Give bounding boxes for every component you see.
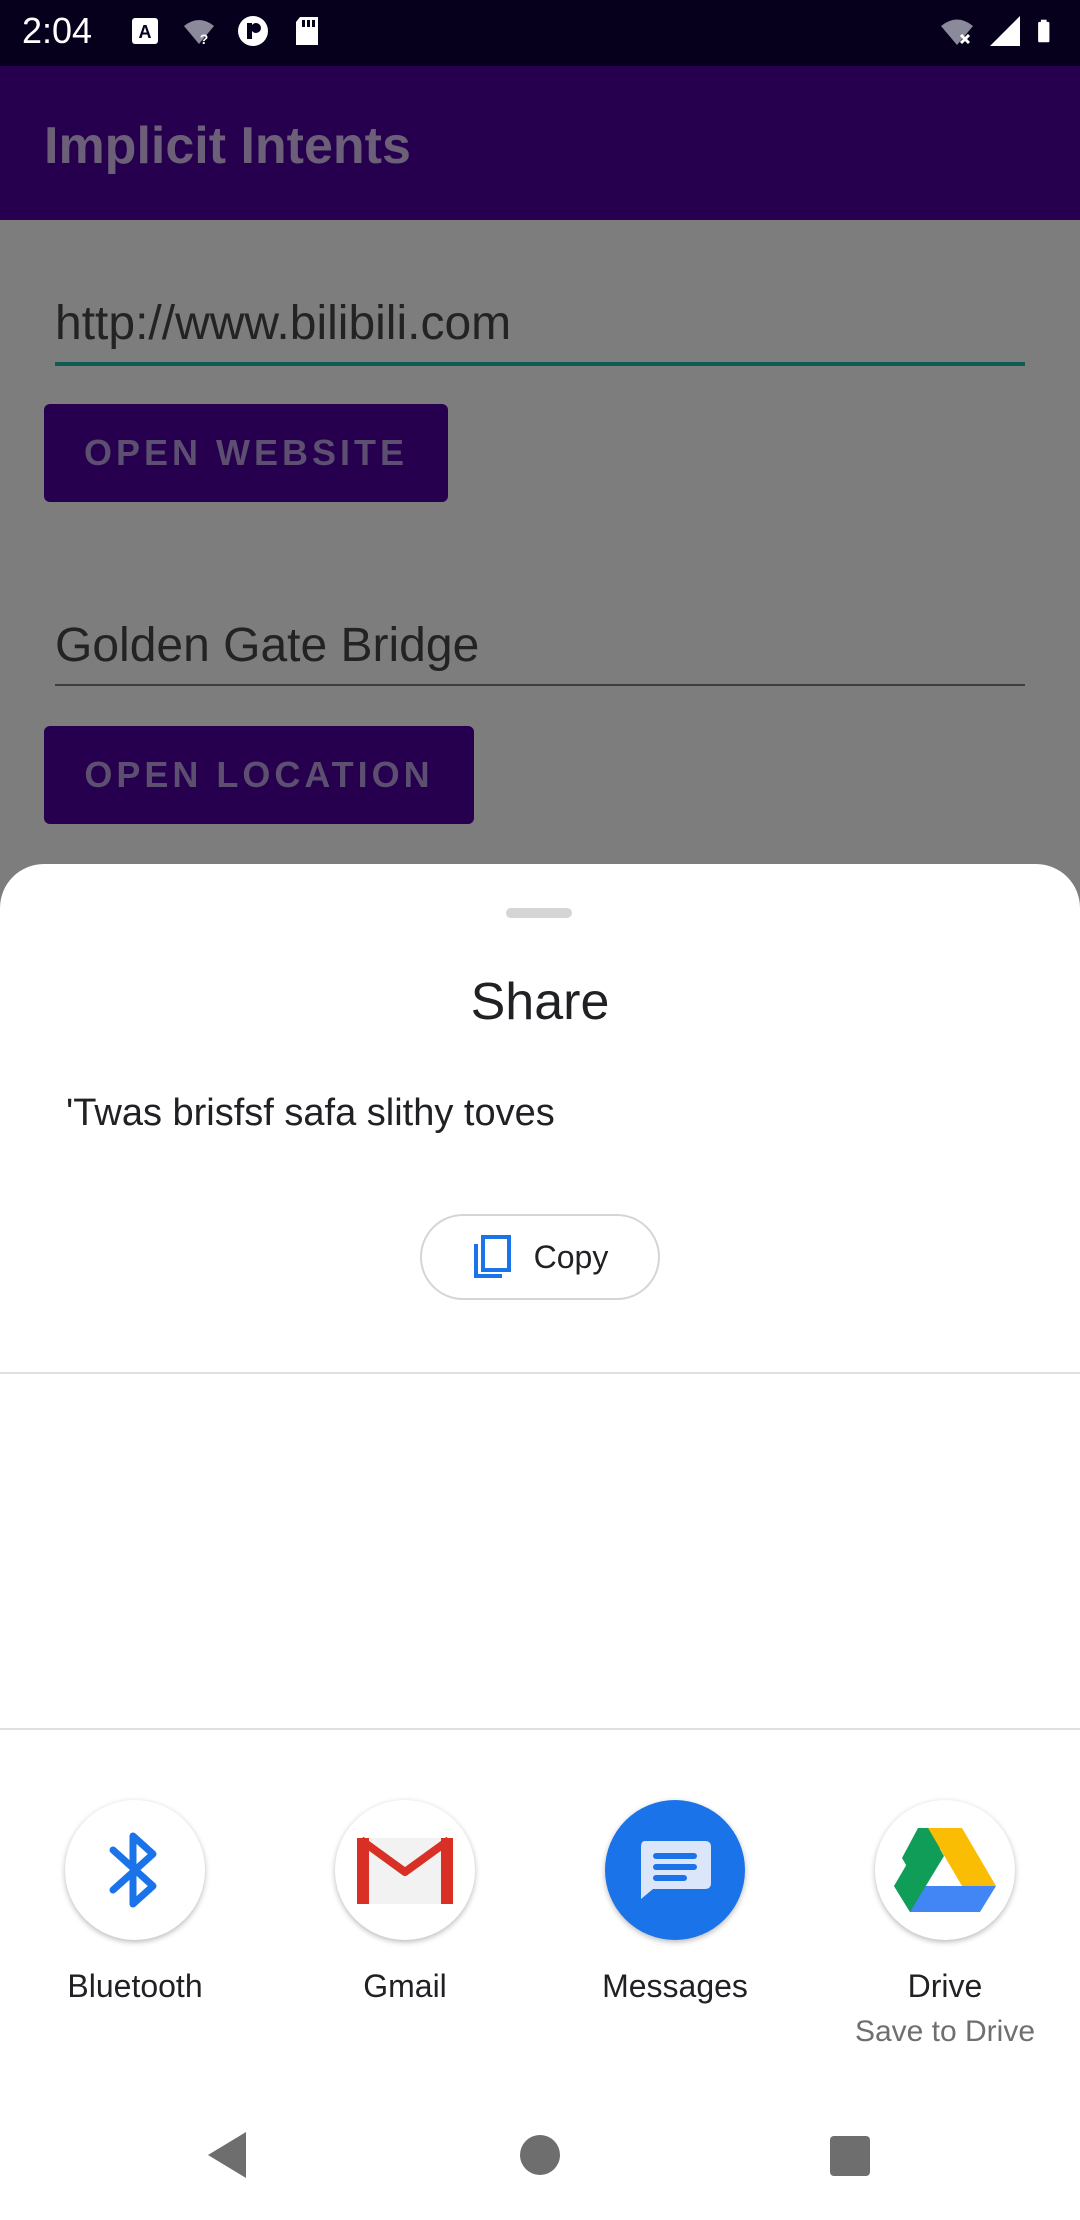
location-field[interactable]: Golden Gate Bridge [55, 618, 1025, 673]
share-title: Share [470, 973, 610, 1031]
location-field-underline [55, 684, 1025, 686]
share-target-drive[interactable]: Drive Save to Drive [810, 1800, 1080, 2049]
back-icon[interactable] [204, 2130, 250, 2180]
svg-text:A: A [139, 22, 152, 42]
wifi-off-icon [941, 19, 973, 45]
svg-text:?: ? [200, 31, 209, 47]
share-target-gmail[interactable]: Gmail [270, 1800, 540, 2005]
cell-signal-icon [990, 16, 1020, 46]
battery-icon [1038, 19, 1050, 43]
status-bar: 2:04 A ? [0, 0, 1080, 66]
navigation-bar [0, 2100, 1080, 2220]
text-notification-icon: A [132, 18, 158, 44]
status-icons-right [940, 14, 1060, 48]
shared-text-preview: 'Twas brisfsf safa slithy toves [66, 1092, 555, 1134]
bluetooth-icon-wrap [65, 1800, 205, 1940]
share-target-label: Drive [907, 1968, 983, 2004]
share-target-label: Bluetooth [67, 1968, 203, 2004]
recents-icon[interactable] [829, 2135, 871, 2177]
drive-icon [894, 1828, 996, 1912]
url-field-underline [55, 362, 1025, 366]
sd-card-icon [296, 17, 318, 45]
share-target-sublabel: Save to Drive [854, 2015, 1036, 2048]
app-bar: Implicit Intents [0, 66, 1080, 220]
share-target-label: Gmail [363, 1968, 447, 2004]
messages-icon [641, 1841, 711, 1899]
content-area: http://www.bilibili.com OPEN WEBSITE Gol… [0, 220, 1080, 865]
gmail-icon-wrap [335, 1800, 475, 1940]
divider-bottom [0, 1728, 1080, 1730]
share-target-messages[interactable]: Messages [540, 1800, 810, 2005]
drag-handle[interactable] [506, 908, 572, 918]
divider-top [0, 1372, 1080, 1374]
share-sheet: Share 'Twas brisfsf safa slithy toves Co… [0, 864, 1080, 2220]
wifi-question-icon: ? [184, 20, 214, 47]
bluetooth-icon [109, 1832, 157, 1908]
url-field[interactable]: http://www.bilibili.com [55, 296, 1025, 351]
open-website-button[interactable]: OPEN WEBSITE [44, 404, 448, 502]
app-notification-icon [238, 16, 268, 46]
copy-button[interactable]: Copy [420, 1214, 660, 1300]
share-target-bluetooth[interactable]: Bluetooth [0, 1800, 270, 2005]
share-target-label: Messages [602, 1968, 748, 2004]
app-title: Implicit Intents [44, 117, 411, 175]
open-location-button[interactable]: OPEN LOCATION [44, 726, 474, 824]
drive-icon-wrap [875, 1800, 1015, 1940]
gmail-icon [357, 1836, 453, 1904]
copy-label: Copy [533, 1238, 609, 1275]
home-icon[interactable] [519, 2134, 561, 2176]
status-icons-left: A ? [128, 14, 324, 48]
status-time: 2:04 [22, 10, 93, 51]
copy-icon [473, 1235, 511, 1278]
messages-icon-wrap [605, 1800, 745, 1940]
